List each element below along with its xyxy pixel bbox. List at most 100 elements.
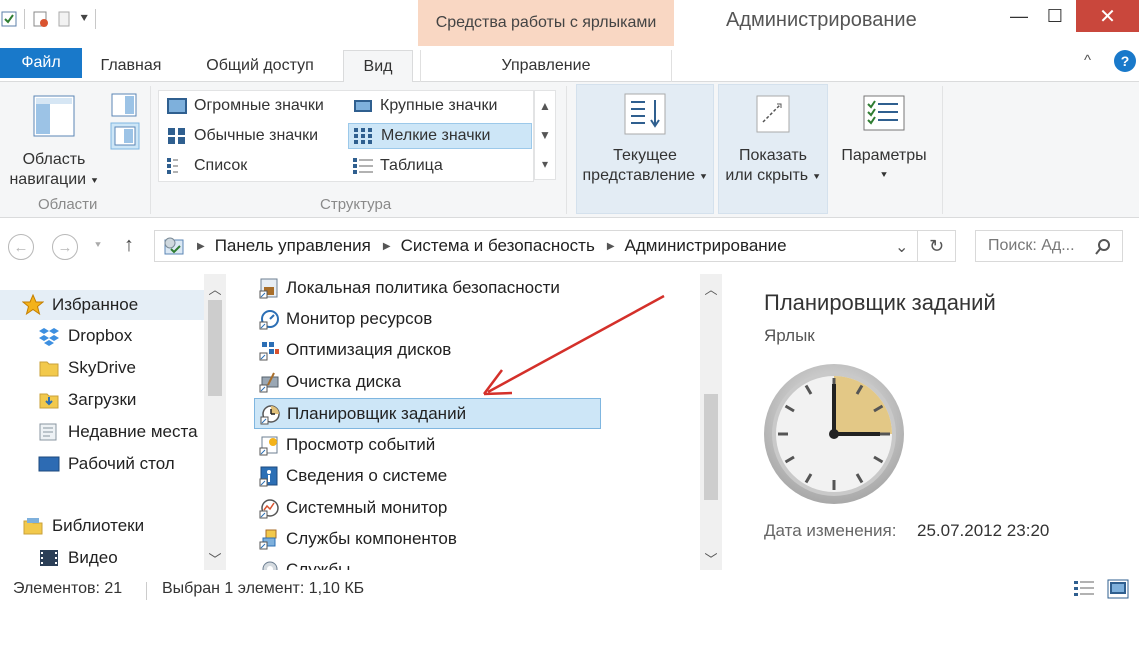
- resource-monitor-icon: [259, 310, 279, 330]
- show-hide-label-2: или скрыть ⯆: [725, 167, 821, 184]
- tab-share[interactable]: Общий доступ: [190, 50, 330, 82]
- libraries-icon: [23, 518, 43, 535]
- file-item[interactable]: Оптимизация дисков: [254, 336, 599, 364]
- file-item[interactable]: Сведения о системе: [254, 462, 599, 490]
- address-bar[interactable]: ▶ Панель управления ▶ Система и безопасн…: [154, 230, 918, 262]
- nav-item-desktop[interactable]: Рабочий стол: [38, 450, 175, 478]
- nav-label: Библиотеки: [52, 516, 145, 535]
- current-view-button[interactable]: Текущее представление ⯆: [578, 92, 712, 188]
- file-item[interactable]: Локальная политика безопасности: [254, 274, 599, 302]
- layout-medium-icons[interactable]: Обычные значки: [162, 123, 344, 149]
- up-button[interactable]: ↑: [124, 234, 134, 257]
- navigation-pane-label-1: Область: [22, 151, 86, 168]
- nav-label: SkyDrive: [68, 358, 137, 377]
- nav-item-libraries[interactable]: Библиотеки: [22, 512, 144, 540]
- nav-label: Загрузки: [68, 390, 137, 409]
- system-information-icon: [259, 466, 278, 487]
- gallery-more-icon[interactable]: ▾: [542, 157, 548, 171]
- breadcrumb-system-security[interactable]: Система и безопасность: [401, 236, 595, 256]
- navigation-pane-button[interactable]: Область навигации ⯆: [4, 92, 104, 192]
- back-arrow-icon: ←: [13, 238, 29, 256]
- file-item[interactable]: Монитор ресурсов: [254, 305, 599, 333]
- scrollbar-thumb[interactable]: [704, 394, 718, 500]
- layout-small-icons[interactable]: Мелкие значки: [348, 123, 532, 149]
- breadcrumb-separator-icon: ▶: [606, 240, 615, 252]
- list-icon: [167, 158, 178, 174]
- security-policy-icon: [259, 278, 278, 299]
- scroll-up-icon[interactable]: ︿: [204, 278, 226, 298]
- tab-file[interactable]: Файл: [0, 48, 82, 78]
- file-name: Локальная политика безопасности: [286, 278, 560, 297]
- file-item[interactable]: Службы компонентов: [254, 525, 599, 553]
- file-item[interactable]: Просмотр событий: [254, 431, 599, 459]
- nav-item-video[interactable]: Видео: [38, 544, 118, 572]
- desktop-icon: [38, 456, 60, 472]
- details-view-icon[interactable]: [1072, 578, 1096, 600]
- layout-extra-large-icons[interactable]: Огромные значки: [162, 93, 344, 119]
- back-button[interactable]: ←: [8, 234, 34, 260]
- nav-item-downloads[interactable]: Загрузки: [38, 386, 136, 414]
- recent-locations-icon[interactable]: ⯆: [94, 240, 102, 251]
- layout-list[interactable]: Список: [162, 153, 344, 179]
- nav-label: Избранное: [52, 295, 139, 314]
- breadcrumb-control-panel[interactable]: Панель управления: [215, 236, 371, 256]
- scroll-down-icon[interactable]: ﹀: [204, 548, 226, 568]
- details-pane-icon[interactable]: [110, 122, 140, 150]
- maximize-button[interactable]: ☐: [1032, 0, 1078, 32]
- close-button[interactable]: ✕: [1076, 0, 1139, 32]
- properties-icon[interactable]: [0, 10, 18, 28]
- gallery-down-icon[interactable]: ▼: [539, 128, 551, 142]
- search-placeholder: Поиск: Ад...: [988, 237, 1075, 254]
- file-item[interactable]: Очистка диска: [254, 368, 599, 396]
- dropbox-icon: [39, 328, 59, 346]
- item-count: Элементов: 21: [13, 580, 123, 597]
- layout-details[interactable]: Таблица: [348, 153, 530, 179]
- navigation-pane-scrollbar[interactable]: ︿ ﹀: [204, 274, 226, 570]
- nav-item-favorites[interactable]: Избранное: [22, 291, 138, 319]
- show-hide-button[interactable]: Показать или скрыть ⯆: [718, 92, 828, 188]
- selection-info: Выбран 1 элемент: 1,10 КБ: [162, 580, 365, 597]
- nav-item-recent[interactable]: Недавние места: [38, 418, 198, 446]
- layout-gallery-scroll[interactable]: ▲ ▼ ▾: [534, 90, 556, 180]
- nav-item-dropbox[interactable]: Dropbox: [38, 322, 132, 350]
- forward-button[interactable]: →: [52, 234, 78, 260]
- refresh-button[interactable]: ↻: [918, 230, 956, 262]
- file-item-selected[interactable]: Планировщик заданий: [254, 398, 601, 429]
- scroll-up-icon[interactable]: ︿: [700, 278, 722, 298]
- gallery-up-icon[interactable]: ▲: [539, 99, 551, 113]
- collapse-ribbon-icon[interactable]: ^: [1084, 52, 1091, 69]
- details-pane: Планировщик заданий Ярлык Дата изменения…: [740, 274, 1139, 570]
- file-name: Сведения о системе: [286, 466, 448, 485]
- status-bar: Элементов: 21 Выбран 1 элемент: 1,10 КБ: [0, 572, 1139, 606]
- large-icons-view-icon[interactable]: [1106, 578, 1130, 600]
- address-dropdown-icon[interactable]: ⌄: [895, 237, 908, 257]
- scrollbar-thumb[interactable]: [208, 300, 222, 396]
- file-item[interactable]: Системный монитор: [254, 494, 599, 522]
- preview-pane-icon[interactable]: [110, 92, 138, 118]
- layout-details-label: Таблица: [380, 157, 443, 174]
- disk-cleanup-icon: [259, 372, 279, 393]
- tab-view[interactable]: Вид: [343, 50, 413, 83]
- new-folder-icon[interactable]: [31, 10, 49, 28]
- nav-label: Недавние места: [68, 422, 198, 441]
- extra-large-icons-icon: [167, 98, 187, 114]
- forward-arrow-icon: →: [57, 238, 73, 256]
- page-icon[interactable]: [55, 10, 73, 28]
- options-button[interactable]: Параметры ⯆: [832, 92, 936, 186]
- file-list-scrollbar[interactable]: ︿ ﹀: [700, 274, 722, 570]
- scroll-down-icon[interactable]: ﹀: [700, 548, 722, 568]
- customize-qat-icon[interactable]: ⯆: [79, 11, 89, 27]
- nav-item-skydrive[interactable]: SkyDrive: [38, 354, 136, 382]
- breadcrumb-administration[interactable]: Администрирование: [625, 236, 787, 256]
- layout-large-icons[interactable]: Крупные значки: [348, 93, 530, 119]
- tab-manage[interactable]: Управление: [420, 50, 672, 82]
- video-library-icon: [40, 550, 58, 566]
- services-icon: [262, 561, 278, 570]
- clock-icon: [764, 364, 904, 504]
- tab-home[interactable]: Главная: [86, 50, 176, 82]
- layout-list-label: Список: [194, 157, 248, 174]
- help-icon[interactable]: ?: [1114, 50, 1136, 72]
- search-input[interactable]: Поиск: Ад...: [975, 230, 1123, 262]
- file-item[interactable]: Службы: [254, 556, 599, 570]
- file-name: Системный монитор: [286, 498, 448, 517]
